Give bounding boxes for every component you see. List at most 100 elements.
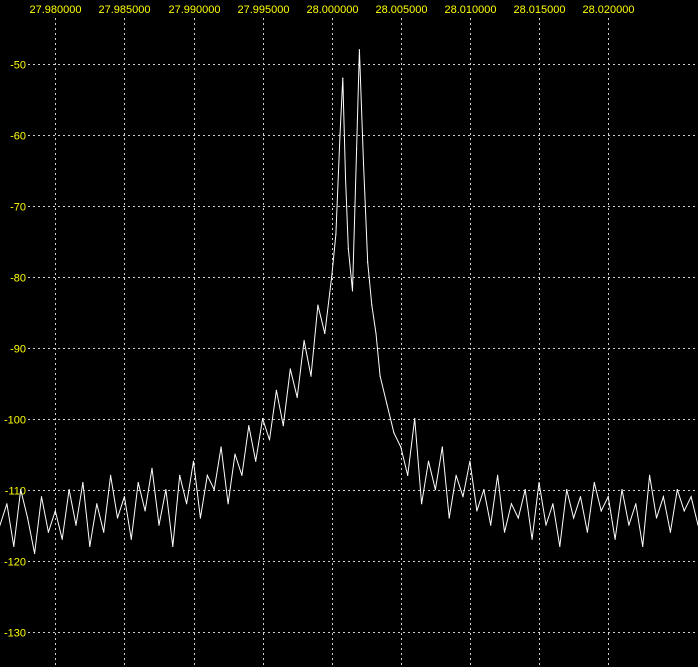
spectrum-data-point	[151, 467, 153, 469]
spectrum-data-point	[524, 489, 526, 491]
spectrum-data-point	[103, 531, 105, 533]
spectrum-data-point	[455, 474, 457, 476]
x-tick-label: 28.015000	[514, 4, 566, 16]
spectrum-data-point	[662, 496, 665, 498]
plot-background	[0, 0, 698, 667]
spectrum-data-point	[186, 503, 188, 505]
spectrum-data-point	[400, 446, 402, 448]
spectrum-data-point	[434, 489, 436, 491]
spectrum-data-point	[116, 517, 119, 519]
spectrum-data-point	[371, 304, 373, 306]
spectrum-data-point	[199, 517, 201, 519]
spectrum-data-point	[386, 403, 388, 406]
spectrum-data-point	[96, 503, 98, 505]
spectrum-data-point	[206, 474, 208, 476]
spectrum-data-point	[517, 517, 519, 519]
spectrum-data-point	[573, 517, 575, 519]
spectrum-data-point	[324, 332, 326, 335]
spectrum-data-point	[669, 531, 672, 533]
spectrum-data-point	[75, 524, 77, 526]
spectrum-data-point	[503, 531, 506, 533]
spectrum-data-point	[559, 545, 561, 548]
spectrum-data-point	[621, 489, 623, 491]
x-tick-label: 27.995000	[238, 4, 290, 16]
spectrum-data-point	[275, 389, 277, 391]
spectrum-data-point	[497, 474, 499, 476]
spectrum-data-point	[607, 496, 609, 498]
spectrum-data-point	[13, 545, 15, 548]
spectrum-data-point	[54, 510, 56, 512]
spectrum-data-point	[427, 460, 430, 462]
spectrum-data-point	[421, 503, 423, 505]
spectrum-data-point	[476, 510, 478, 512]
spectrum-data-point	[165, 489, 167, 491]
spectrum-data-point	[47, 531, 50, 533]
spectrum-data-point	[227, 503, 229, 505]
spectrum-data-point	[407, 474, 409, 476]
y-tick-label: -110	[5, 486, 26, 498]
y-tick-label: -80	[10, 273, 26, 285]
spectrum-data-point	[614, 538, 616, 540]
spectrum-data-point	[538, 481, 540, 484]
spectrum-data-point	[356, 148, 358, 150]
y-tick-label: -60	[10, 131, 26, 143]
spectrum-data-point	[375, 332, 377, 335]
spectrum-data-point	[441, 446, 443, 448]
spectrum-data-point	[137, 481, 139, 484]
spectrum-data-point	[344, 176, 347, 178]
spectrum-data-point	[600, 510, 602, 512]
spectrum-data-point	[144, 510, 146, 512]
spectrum-data-point	[61, 538, 63, 540]
spectrum-data-point	[317, 304, 319, 306]
spectrum-data-point	[220, 446, 222, 448]
spectrum-data-point	[213, 489, 215, 491]
spectrum-data-point	[89, 545, 91, 548]
x-tick-label: 27.985000	[99, 4, 151, 16]
spectrum-data-point	[342, 77, 344, 79]
x-tick-labels: 27.980000 27.985000 27.990000 27.995000 28.0…	[30, 4, 635, 16]
spectrum-data-point	[172, 545, 174, 548]
spectrum-data-point	[566, 489, 568, 491]
spectrum-data-point	[192, 460, 195, 462]
y-tick-label: -100	[4, 415, 26, 427]
spectrum-data-point	[130, 538, 132, 540]
spectrum-data-point	[339, 134, 341, 136]
spectrum-data-point	[331, 276, 333, 278]
y-tick-label: -90	[10, 344, 26, 356]
spectrum-data-point	[690, 496, 692, 498]
y-tick-label: -70	[10, 202, 26, 214]
spectrum-data-point	[282, 425, 284, 427]
x-tick-label: 27.990000	[169, 4, 221, 16]
spectrum-data-point	[335, 233, 337, 235]
spectrum-data-point	[676, 489, 678, 491]
spectrum-chart: 27.980000 27.985000 27.990000 27.995000 28.0…	[0, 0, 698, 667]
spectrum-data-point	[110, 474, 112, 476]
spectrum-data-point	[248, 425, 250, 427]
spectrum-data-point	[68, 489, 70, 491]
spectrum-data-point	[358, 49, 360, 51]
spectrum-data-point	[545, 524, 547, 526]
x-tick-label: 28.010000	[445, 4, 497, 16]
x-tick-label: 27.980000	[30, 4, 82, 16]
x-tick-label: 28.020000	[583, 4, 635, 16]
spectrum-data-point	[593, 481, 595, 484]
spectrum-data-point	[649, 474, 651, 476]
spectrum-data-point	[123, 496, 125, 498]
spectrum-data-point	[296, 396, 298, 398]
spectrum-data-point	[268, 439, 271, 441]
spectrum-data-point	[362, 162, 365, 164]
spectrum-data-point	[683, 510, 685, 512]
spectrum-data-point	[310, 375, 312, 377]
x-tick-label: 28.000000	[307, 4, 359, 16]
spectrum-data-point	[262, 418, 264, 420]
spectrum-data-point	[448, 517, 450, 519]
spectrum-data-point	[6, 503, 8, 505]
spectrum-data-point	[462, 496, 464, 498]
spectrum-data-point	[628, 524, 630, 526]
spectrum-data-point	[20, 489, 22, 491]
spectrum-data-point	[40, 496, 43, 498]
spectrum-data-point	[531, 538, 533, 540]
spectrum-data-point	[289, 368, 291, 370]
spectrum-data-point	[655, 517, 658, 519]
spectrum-data-point	[241, 474, 243, 476]
